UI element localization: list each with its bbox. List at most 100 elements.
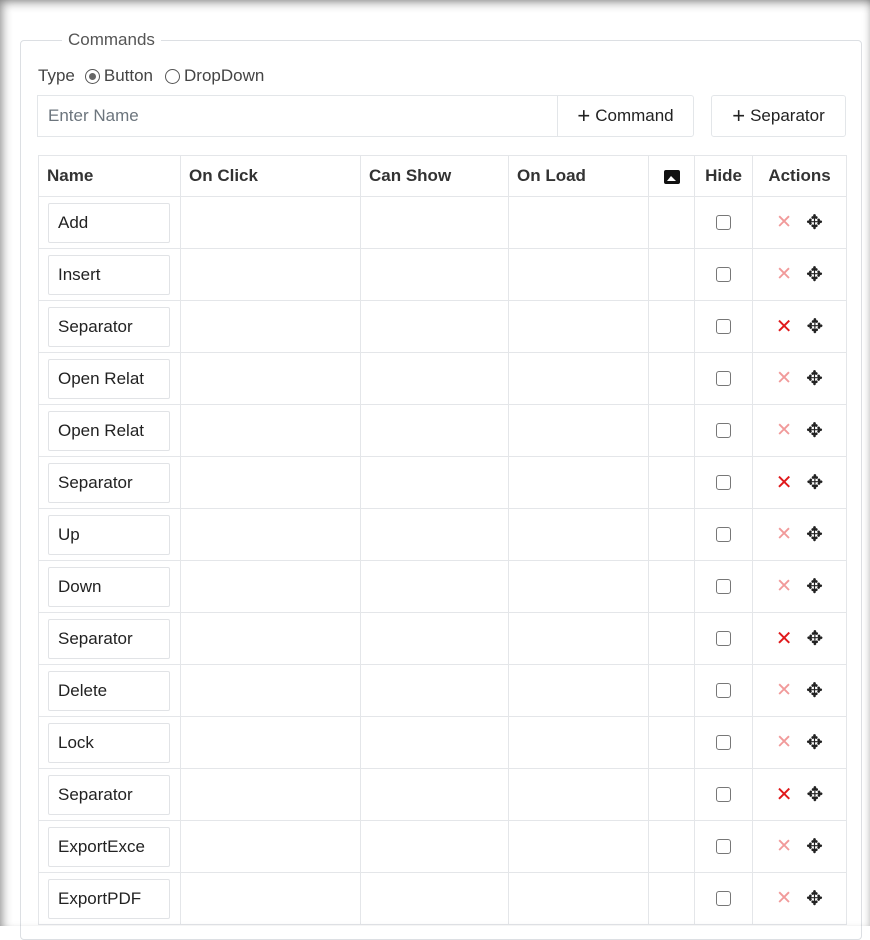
move-icon[interactable]: ✥: [806, 366, 823, 391]
radio-dropdown-type[interactable]: DropDown: [165, 66, 264, 86]
cell-image[interactable]: [648, 768, 695, 821]
command-name-field[interactable]: Delete: [48, 670, 170, 711]
cell-on-click[interactable]: [180, 664, 361, 717]
cell-on-load[interactable]: [508, 300, 649, 353]
cell-image[interactable]: [648, 300, 695, 353]
add-separator-button[interactable]: + Separator: [711, 95, 846, 137]
hide-checkbox[interactable]: [716, 475, 731, 490]
cell-can-show[interactable]: [360, 404, 509, 457]
cell-can-show[interactable]: [360, 612, 509, 665]
cell-image[interactable]: [648, 612, 695, 665]
command-name-field[interactable]: Up: [48, 514, 170, 555]
cell-can-show[interactable]: [360, 872, 509, 925]
cell-image[interactable]: [648, 820, 695, 873]
hide-checkbox[interactable]: [716, 423, 731, 438]
cell-can-show[interactable]: [360, 820, 509, 873]
move-icon[interactable]: ✥: [806, 730, 823, 755]
move-icon[interactable]: ✥: [806, 262, 823, 287]
move-icon[interactable]: ✥: [806, 834, 823, 859]
hide-checkbox[interactable]: [716, 683, 731, 698]
cell-image[interactable]: [648, 560, 695, 613]
delete-icon[interactable]: ✕: [776, 835, 792, 858]
cell-on-click[interactable]: [180, 196, 361, 249]
command-name-field[interactable]: Add: [48, 202, 170, 243]
cell-on-load[interactable]: [508, 560, 649, 613]
radio-button-type[interactable]: Button: [84, 66, 153, 86]
cell-image[interactable]: [648, 872, 695, 925]
cell-can-show[interactable]: [360, 716, 509, 769]
command-name-field[interactable]: Separator: [48, 462, 170, 503]
delete-icon[interactable]: ✕: [776, 367, 792, 390]
cell-on-load[interactable]: [508, 456, 649, 509]
cell-on-load[interactable]: [508, 664, 649, 717]
cell-on-click[interactable]: [180, 820, 361, 873]
move-icon[interactable]: ✥: [807, 626, 824, 651]
move-icon[interactable]: ✥: [807, 470, 824, 495]
delete-icon[interactable]: ✕: [776, 314, 793, 339]
move-icon[interactable]: ✥: [806, 574, 823, 599]
cell-image[interactable]: [648, 456, 695, 509]
command-name-field[interactable]: Open Relat: [48, 410, 170, 451]
hide-checkbox[interactable]: [716, 527, 731, 542]
hide-checkbox[interactable]: [716, 735, 731, 750]
cell-image[interactable]: [648, 716, 695, 769]
move-icon[interactable]: ✥: [807, 782, 824, 807]
command-name-input[interactable]: Enter Name: [37, 95, 557, 137]
delete-icon[interactable]: ✕: [776, 263, 792, 286]
cell-on-load[interactable]: [508, 820, 649, 873]
cell-on-load[interactable]: [508, 404, 649, 457]
command-name-field[interactable]: Down: [48, 566, 170, 607]
cell-can-show[interactable]: [360, 196, 509, 249]
cell-can-show[interactable]: [360, 664, 509, 717]
command-name-field[interactable]: Separator: [48, 774, 170, 815]
cell-can-show[interactable]: [360, 560, 509, 613]
command-name-field[interactable]: Insert: [48, 254, 170, 295]
cell-on-click[interactable]: [180, 716, 361, 769]
cell-can-show[interactable]: [360, 508, 509, 561]
cell-on-click[interactable]: [180, 404, 361, 457]
cell-on-load[interactable]: [508, 196, 649, 249]
hide-checkbox[interactable]: [716, 267, 731, 282]
cell-can-show[interactable]: [360, 352, 509, 405]
command-name-field[interactable]: ExportExce: [48, 826, 170, 867]
hide-checkbox[interactable]: [716, 787, 731, 802]
cell-image[interactable]: [648, 196, 695, 249]
cell-on-load[interactable]: [508, 872, 649, 925]
cell-image[interactable]: [648, 404, 695, 457]
cell-on-load[interactable]: [508, 768, 649, 821]
cell-can-show[interactable]: [360, 248, 509, 301]
cell-on-load[interactable]: [508, 716, 649, 769]
cell-image[interactable]: [648, 508, 695, 561]
cell-on-click[interactable]: [180, 508, 361, 561]
move-icon[interactable]: ✥: [806, 522, 823, 547]
cell-can-show[interactable]: [360, 300, 509, 353]
cell-on-click[interactable]: [180, 248, 361, 301]
delete-icon[interactable]: ✕: [776, 782, 793, 807]
cell-on-click[interactable]: [180, 560, 361, 613]
delete-icon[interactable]: ✕: [776, 211, 792, 234]
delete-icon[interactable]: ✕: [776, 679, 792, 702]
command-name-field[interactable]: Separator: [48, 306, 170, 347]
command-name-field[interactable]: Lock: [48, 722, 170, 763]
cell-on-click[interactable]: [180, 768, 361, 821]
delete-icon[interactable]: ✕: [776, 887, 792, 910]
hide-checkbox[interactable]: [716, 215, 731, 230]
cell-on-load[interactable]: [508, 508, 649, 561]
move-icon[interactable]: ✥: [806, 886, 823, 911]
command-name-field[interactable]: Open Relat: [48, 358, 170, 399]
hide-checkbox[interactable]: [716, 839, 731, 854]
move-icon[interactable]: ✥: [806, 678, 823, 703]
cell-image[interactable]: [648, 664, 695, 717]
cell-on-load[interactable]: [508, 352, 649, 405]
hide-checkbox[interactable]: [716, 371, 731, 386]
cell-on-click[interactable]: [180, 300, 361, 353]
move-icon[interactable]: ✥: [806, 210, 823, 235]
hide-checkbox[interactable]: [716, 319, 731, 334]
delete-icon[interactable]: ✕: [776, 626, 793, 651]
cell-on-click[interactable]: [180, 872, 361, 925]
hide-checkbox[interactable]: [716, 579, 731, 594]
cell-on-click[interactable]: [180, 612, 361, 665]
hide-checkbox[interactable]: [716, 631, 731, 646]
command-name-field[interactable]: ExportPDF: [48, 878, 170, 919]
cell-on-load[interactable]: [508, 612, 649, 665]
